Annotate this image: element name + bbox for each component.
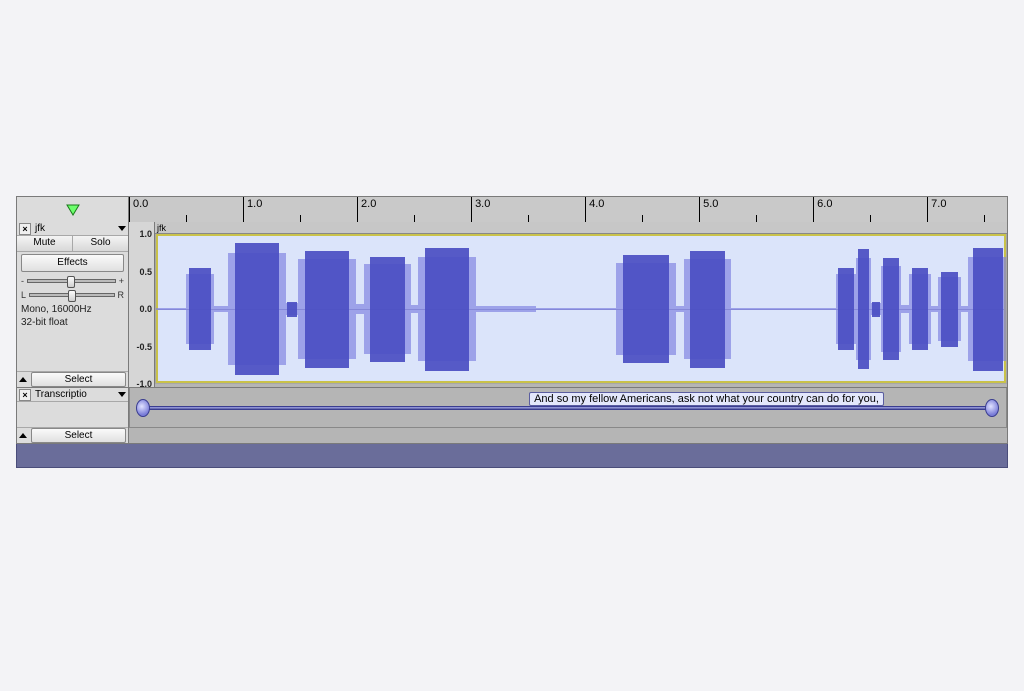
gain-slider-thumb[interactable] <box>67 276 75 288</box>
label-track-select-row: Select <box>17 427 128 443</box>
track-menu-dropdown-icon[interactable] <box>118 226 126 231</box>
effects-button[interactable]: Effects <box>21 254 124 272</box>
ruler-tick-major <box>129 197 130 222</box>
ruler-label: 6.0 <box>817 198 832 210</box>
waveform-segment <box>931 306 938 312</box>
track-select-row: Select <box>17 371 128 387</box>
label-track-select-button[interactable]: Select <box>31 428 126 443</box>
waveform-segment <box>156 308 186 311</box>
waveform-segment <box>425 248 469 371</box>
waveform-display[interactable] <box>155 234 1007 384</box>
amplitude-tick: 0.0 <box>139 304 152 314</box>
ruler-label: 1.0 <box>247 198 262 210</box>
waveform-segment <box>235 243 279 375</box>
label-start-handle[interactable] <box>136 399 150 417</box>
label-text[interactable]: And so my fellow Americans, ask not what… <box>529 392 884 406</box>
audacity-workspace: 0.0 1.0 2.0 3.0 4.0 5.0 6.0 7.0 × jfk Mute Solo… <box>16 196 1008 468</box>
pan-slider[interactable] <box>29 293 114 297</box>
label-track-control-panel: × Transcriptio Select <box>17 388 129 443</box>
ruler-label: 0.0 <box>133 198 148 210</box>
waveform-segment <box>305 251 349 368</box>
label-end-handle[interactable] <box>985 399 999 417</box>
audio-track-body[interactable]: jfk <box>155 222 1007 387</box>
ruler-label: 2.0 <box>361 198 376 210</box>
gain-max-label: + <box>119 276 124 286</box>
track-collapse-icon[interactable] <box>19 377 27 382</box>
track-close-button[interactable]: × <box>19 223 31 235</box>
ruler-tick-major <box>813 197 814 222</box>
track-select-button[interactable]: Select <box>31 372 126 387</box>
label-area[interactable]: And so my fellow Americans, ask not what… <box>129 388 1007 428</box>
ruler-control-gutter <box>17 197 129 222</box>
waveform-segment <box>838 268 853 351</box>
ruler-tick-major <box>243 197 244 222</box>
timeline-ruler-row: 0.0 1.0 2.0 3.0 4.0 5.0 6.0 7.0 <box>16 196 1008 222</box>
playhead-start-icon[interactable] <box>65 204 81 216</box>
waveform-segment <box>411 305 418 313</box>
waveform-segment <box>370 257 406 362</box>
label-track-body[interactable]: And so my fellow Americans, ask not what… <box>129 388 1007 443</box>
waveform-segment <box>623 255 669 363</box>
ruler-tick-major <box>585 197 586 222</box>
waveform-segment <box>973 248 1003 371</box>
pan-slider-thumb[interactable] <box>68 290 76 302</box>
track-format-line2: 32-bit float <box>17 315 128 330</box>
amplitude-tick: 0.5 <box>139 267 152 277</box>
waveform-segment <box>189 268 210 351</box>
amplitude-tick: 1.0 <box>139 229 152 239</box>
amplitude-tick: -0.5 <box>136 342 152 352</box>
waveform-segment <box>690 251 726 368</box>
gain-min-label: - <box>21 276 24 286</box>
waveform-segment <box>476 306 536 312</box>
audio-track-row: × jfk Mute Solo Effects - + L <box>16 222 1008 388</box>
waveform-segment <box>912 268 929 351</box>
gain-slider[interactable] <box>27 279 116 283</box>
ruler-label: 4.0 <box>589 198 604 210</box>
waveform-segment <box>961 306 968 312</box>
ruler-label: 7.0 <box>931 198 946 210</box>
tracks-gutter-strip <box>16 444 1008 468</box>
ruler-tick-major <box>927 197 928 222</box>
ruler-label: 5.0 <box>703 198 718 210</box>
waveform-segment <box>731 308 836 311</box>
waveform-segment <box>883 258 898 360</box>
waveform-segment <box>941 272 958 347</box>
ruler-label: 3.0 <box>475 198 490 210</box>
waveform-segment <box>901 305 909 313</box>
label-track-title-bar: × Transcriptio <box>17 388 128 402</box>
mute-solo-row: Mute Solo <box>17 236 128 252</box>
track-title-bar: × jfk <box>17 222 128 236</box>
waveform-segment <box>676 306 684 312</box>
clip-name-bar[interactable]: jfk <box>155 222 1007 234</box>
waveform-segment <box>858 249 869 369</box>
ruler-tick-major <box>357 197 358 222</box>
waveform-segment <box>536 308 616 311</box>
label-range-line[interactable] <box>143 406 992 410</box>
waveform-segment <box>287 302 296 317</box>
waveform-segment <box>356 304 364 314</box>
waveform-segment <box>872 302 880 317</box>
pan-left-label: L <box>21 290 26 300</box>
pan-slider-row: L R <box>17 288 128 302</box>
mute-button[interactable]: Mute <box>17 236 73 251</box>
audio-track-control-panel: × jfk Mute Solo Effects - + L <box>17 222 129 387</box>
waveform-segment <box>214 306 228 312</box>
track-title: jfk <box>33 223 116 234</box>
label-track-close-button[interactable]: × <box>19 389 31 401</box>
label-track-row: × Transcriptio Select And so my fellow A… <box>16 388 1008 444</box>
label-track-collapse-icon[interactable] <box>19 433 27 438</box>
ruler-tick-major <box>699 197 700 222</box>
ruler-tick-major <box>471 197 472 222</box>
gain-slider-row: - + <box>17 274 128 288</box>
label-track-menu-dropdown-icon[interactable] <box>118 392 126 397</box>
solo-button[interactable]: Solo <box>73 236 128 251</box>
pan-right-label: R <box>118 290 125 300</box>
amplitude-scale: 1.00.50.0-0.5-1.0 <box>129 222 155 387</box>
timeline-ruler[interactable]: 0.0 1.0 2.0 3.0 4.0 5.0 6.0 7.0 <box>129 197 1007 222</box>
label-track-title: Transcriptio <box>33 389 116 400</box>
